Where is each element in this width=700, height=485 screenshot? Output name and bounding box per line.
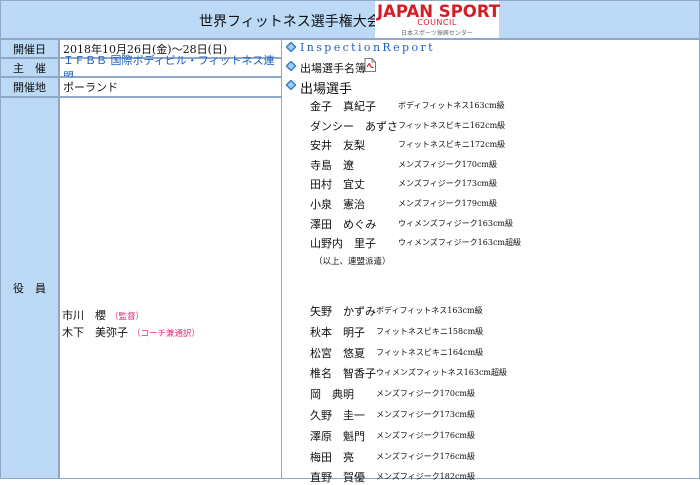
athlete-name: 秋本 明子 <box>310 325 365 339</box>
official-row: 木下 美弥子 （コーチ兼通訳） <box>62 325 200 342</box>
pdf-icon[interactable] <box>364 58 376 72</box>
athlete-category: フィットネスビキニ172cm級 <box>398 140 506 150</box>
athlete-category: フィットネスビキニ164cm級 <box>376 347 484 357</box>
athlete-category: メンズフィジーク176cm級 <box>376 451 476 461</box>
athlete-name: 直野 賀優 <box>310 471 365 485</box>
athlete-name: 澤原 魁門 <box>310 429 365 443</box>
official-name: 木下 美弥子 <box>62 326 128 339</box>
athlete-name: 澤田 めぐみ <box>310 217 377 231</box>
page-title: 世界フィットネス選手権大会 <box>199 14 381 30</box>
athlete-name: 岡 典明 <box>310 388 354 402</box>
official-role: （監督） <box>110 312 145 322</box>
page: 世界フィットネス選手権大会 JAPAN SPORT COUNCIL 日本スポーツ… <box>0 0 700 484</box>
athlete-name: 小泉 憲治 <box>310 198 365 211</box>
official-role: （コーチ兼通訳） <box>132 329 201 339</box>
athlete-category: メンズフィジーク170cm級 <box>398 159 498 169</box>
athlete-category: メンズフィジーク173cm級 <box>376 410 476 419</box>
athlete-name: 矢野 かずみ <box>310 305 376 318</box>
athlete-category: フィットネスビキニ158cm級 <box>376 326 484 336</box>
athlete-category: メンズフィジーク170cm級 <box>376 389 476 399</box>
staff-cell <box>59 97 282 479</box>
athlete-name: 松宮 悠夏 <box>310 346 365 360</box>
athlete-name: 久野 圭一 <box>310 409 365 422</box>
inspection-report-link[interactable]: InspectionReport <box>300 41 435 54</box>
officials-list: 市川 櫻 （監督） 木下 美弥子 （コーチ兼通訳） <box>62 308 200 342</box>
athlete-category: メンズフィジーク176cm級 <box>376 430 476 440</box>
official-name: 市川 櫻 <box>62 309 106 322</box>
date-label: 開催日 <box>0 39 59 58</box>
roster-link[interactable]: 出場選手名簿 <box>300 60 366 76</box>
athlete-category: メンズフィジーク179cm級 <box>398 199 498 208</box>
athlete-category: ボディフィットネス163cm級 <box>376 306 483 315</box>
athlete-category: ウィメンズフィジーク163cm級 <box>398 218 514 228</box>
title-bar: 世界フィットネス選手権大会 JAPAN SPORT COUNCIL 日本スポーツ… <box>0 0 700 39</box>
venue-label: 開催地 <box>0 77 59 97</box>
blue-gem-icon <box>286 61 296 71</box>
athlete-category: メンズフィジーク182cm級 <box>376 472 476 482</box>
blue-gem-icon <box>286 80 296 90</box>
staff-label: 役 員 <box>0 97 59 479</box>
host-value-link[interactable]: ＩＦＢＢ 国際ボディビル・フィットネス連盟 <box>59 54 282 83</box>
athlete-category: メンズフィジーク173cm級 <box>398 179 498 189</box>
athlete-name: 安井 友梨 <box>310 139 365 153</box>
athlete-category: フィットネスビキニ162cm級 <box>398 120 506 130</box>
athlete-name: 椎名 智香子 <box>310 367 376 381</box>
logo-sub-text: COUNCIL <box>417 18 457 27</box>
jsc-logo[interactable]: JAPAN SPORT COUNCIL 日本スポーツ振興センター <box>375 1 500 38</box>
athletes-heading: 出場選手 <box>300 82 353 97</box>
athlete-category: ウィメンズフィジーク163cm超級 <box>398 238 522 248</box>
athlete-name: 梅田 亮 <box>310 450 354 464</box>
official-row: 市川 櫻 （監督） <box>62 308 200 325</box>
athlete-name: 山野内 里子 <box>310 237 376 251</box>
athlete-name: 金子 真紀子 <box>310 100 376 113</box>
athlete-category: ウィメンズフィットネス163cm超級 <box>376 368 508 378</box>
logo-tiny-text: 日本スポーツ振興センター <box>401 30 473 37</box>
group1-note: （以上、連盟派遣） <box>314 257 391 267</box>
athlete-name: ダンシー あずさ <box>310 119 398 133</box>
athlete-name: 寺島 遼 <box>310 158 354 172</box>
venue-value: ポーランド <box>59 77 282 97</box>
athlete-category: ボディフィットネス163cm級 <box>398 101 505 110</box>
athlete-name: 田村 宜丈 <box>310 178 365 192</box>
blue-gem-icon <box>286 42 296 52</box>
host-label: 主 催 <box>0 58 59 77</box>
